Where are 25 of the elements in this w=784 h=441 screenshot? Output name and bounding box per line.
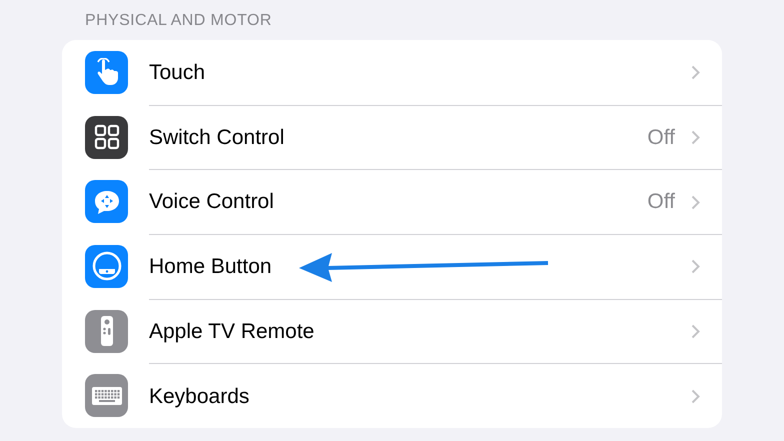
settings-row[interactable]: Voice Control Off [62,169,722,234]
chevron-icon [691,324,700,340]
row-label: Voice Control [149,189,274,216]
remote-icon [100,315,114,348]
settings-row[interactable]: Home Button [62,234,722,299]
settings-row[interactable]: Apple TV Remote [62,298,722,364]
grid-icon [94,124,120,150]
home-button-icon [92,251,122,282]
chevron-icon [691,130,700,146]
row-label: Switch Control [149,124,284,151]
chevron-icon [691,388,700,404]
chevron-icon [691,64,700,80]
row-label: Touch [149,60,206,86]
chevron-icon [691,194,700,210]
row-value: Off [647,189,675,216]
row-label: Home Button [149,254,272,280]
chevron-icon [691,259,700,274]
section-header: PHYSICAL AND MOTOR [85,11,272,31]
row-value: Off [647,124,675,151]
settings-row[interactable]: Keyboards [62,363,722,428]
settings-row[interactable]: Switch Control Off [62,104,722,170]
row-label: Apple TV Remote [149,318,314,345]
keyboard-icon [90,386,122,406]
settings-row[interactable]: Touch [62,40,722,105]
row-label: Keyboards [149,384,250,410]
